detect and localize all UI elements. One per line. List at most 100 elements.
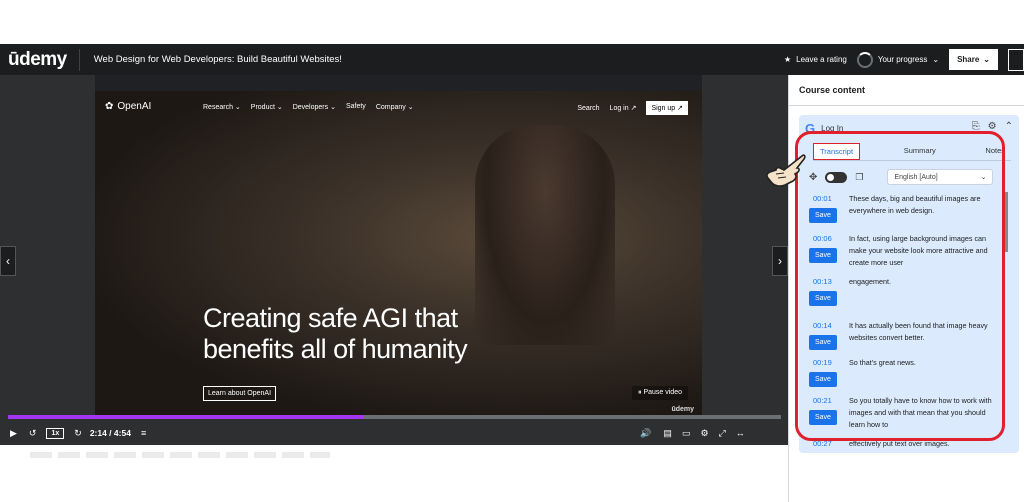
pointing-hand-icon: [766, 154, 806, 187]
timestamp-link[interactable]: 00:01: [809, 193, 841, 204]
save-button[interactable]: Save: [809, 372, 837, 387]
transcript-extension-panel: G Log In ⎘ ⚙ ⌃ Transcript Summary Notes …: [799, 115, 1019, 453]
progress-ring-icon: [856, 51, 873, 68]
language-value: English [Auto]: [894, 173, 938, 181]
tab-transcript[interactable]: Transcript: [813, 143, 861, 160]
course-content-sidebar: Course content G Log In ⎘ ⚙ ⌃ Transcript…: [788, 75, 1024, 502]
course-content-title: Course content: [799, 85, 866, 95]
player-controls: ▶ ↺ 1x ↻ 2:14 / 4:54 ≡ 🔊 ▤ ▭ ⚙ ⤢ ↔: [0, 421, 788, 445]
openai-icon: ✿: [105, 101, 114, 112]
hero-heading: Creating safe AGI that benefits all of h…: [203, 303, 468, 365]
timestamp-link[interactable]: 00:06: [809, 233, 841, 244]
transcript-icon[interactable]: ▤: [663, 428, 672, 439]
timestamp-link[interactable]: 00:27: [809, 438, 841, 449]
auto-scroll-toggle[interactable]: [825, 171, 848, 183]
save-button[interactable]: Save: [809, 248, 837, 263]
transcript-text: These days, big and beautiful images are…: [849, 194, 981, 215]
play-icon[interactable]: ▶: [10, 428, 17, 439]
copy-icon[interactable]: ❐: [855, 172, 863, 183]
playback-speed-button[interactable]: 1x: [46, 427, 65, 439]
leave-rating-label: Leave a rating: [796, 55, 847, 64]
login-link[interactable]: Log In: [821, 124, 843, 133]
star-icon: ★: [783, 55, 792, 64]
progress-button[interactable]: Your progress ⌄: [856, 51, 940, 68]
udemy-logo[interactable]: ūdemy: [0, 48, 80, 71]
settings-icon[interactable]: ⚙: [988, 121, 997, 132]
rewind-icon[interactable]: ↺: [29, 428, 37, 439]
language-select[interactable]: English [Auto] ⌄: [887, 169, 994, 185]
hero-line-1: Creating safe AGI that: [203, 303, 458, 333]
header-actions: ★ Leave a rating Your progress ⌄ Share ⌄: [784, 44, 1024, 75]
transcript-entry-actions: 00:06 Save: [809, 233, 841, 263]
nav-company: Company ⌄: [375, 104, 414, 111]
previous-lecture-button[interactable]: ‹: [0, 246, 16, 276]
tab-notes[interactable]: Notes: [979, 143, 1011, 160]
site-nav-right: Search Log in ↗ Sign up ↗: [577, 101, 688, 115]
next-lecture-button[interactable]: ›: [772, 246, 788, 276]
save-button[interactable]: Save: [809, 335, 837, 350]
save-button[interactable]: Save: [809, 208, 837, 223]
hero-line-2: benefits all of humanity: [203, 334, 468, 364]
transcript-entry[interactable]: 00:21 Save So you totally have to know how…: [809, 395, 1009, 431]
transcript-entry[interactable]: 00:27 effectively put text over images.: [809, 438, 1009, 450]
video-progress-bar[interactable]: [8, 415, 781, 419]
video-player[interactable]: ✿ OpenAI Research ⌄ Product ⌄ Developers…: [0, 75, 788, 445]
nav-safety: Safety: [345, 103, 366, 110]
transcript-entry[interactable]: 00:06 Save In fact, using large background…: [809, 233, 1009, 269]
timestamp-link[interactable]: 00:13: [809, 276, 841, 287]
bookmark-note-icon[interactable]: ≡: [141, 428, 146, 438]
transcript-entry-actions: 00:21 Save: [809, 395, 841, 425]
faded-caption-text: [30, 452, 330, 458]
pause-video-label: ⏸ Pause video: [632, 386, 688, 400]
transcript-entry-actions: 00:19 Save: [809, 357, 841, 387]
timestamp-link[interactable]: 00:19: [809, 357, 841, 368]
fullscreen-icon[interactable]: ⤢: [719, 428, 726, 439]
openai-logo: ✿ OpenAI: [105, 101, 151, 112]
leave-rating-button[interactable]: ★ Leave a rating: [784, 55, 847, 64]
transcript-entry-actions: 00:27: [809, 438, 841, 449]
learn-about-openai: Learn about OpenAI: [203, 386, 277, 401]
site-nav: Research ⌄ Product ⌄ Developers ⌄ Safety…: [203, 103, 414, 111]
export-icon[interactable]: ⎘: [972, 121, 980, 132]
more-button[interactable]: [1008, 48, 1024, 71]
settings-gear-icon[interactable]: ⚙: [700, 428, 708, 439]
chevron-down-icon: ⌄: [983, 55, 990, 64]
captions-icon[interactable]: ▭: [682, 428, 691, 439]
top-bar: ūdemy Web Design for Web Developers: Bui…: [0, 44, 1024, 75]
udemy-watermark: ūdemy: [671, 406, 694, 413]
transcript-entry[interactable]: 00:13 Save engagement.: [809, 276, 1009, 306]
transcript-entry-actions: 00:13 Save: [809, 276, 841, 306]
save-button[interactable]: Save: [809, 410, 837, 425]
extension-header: G Log In: [805, 121, 843, 136]
tab-summary[interactable]: Summary: [898, 143, 942, 160]
site-signup: Sign up ↗: [646, 101, 688, 115]
share-button[interactable]: Share ⌄: [949, 49, 998, 70]
extension-header-icons: ⎘ ⚙ ⌃: [972, 121, 1013, 132]
expand-icon[interactable]: ↔: [736, 428, 745, 438]
transcript-tabs: Transcript Summary Notes: [813, 143, 1011, 161]
transcript-scrollbar[interactable]: [1004, 192, 1008, 252]
timestamp-link[interactable]: 00:21: [809, 395, 841, 406]
chevron-down-icon: ⌄: [932, 55, 940, 64]
progress-label: Your progress: [877, 55, 928, 64]
transcript-text: It has actually been found that image he…: [849, 321, 988, 342]
transcript-text: engagement.: [849, 277, 891, 286]
nav-product: Product ⌄: [250, 104, 283, 111]
page: ūdemy Web Design for Web Developers: Bui…: [0, 0, 1024, 502]
transcript-entry[interactable]: 00:01 Save These days, big and beautiful i…: [809, 193, 1009, 223]
transcript-entry[interactable]: 00:14 Save It has actually been found that…: [809, 320, 1009, 350]
collapse-icon[interactable]: ⌃: [1005, 121, 1013, 132]
timestamp-link[interactable]: 00:14: [809, 320, 841, 331]
sync-icon[interactable]: ✥: [809, 172, 817, 183]
transcript-entry-actions: 00:14 Save: [809, 320, 841, 350]
transcript-entry[interactable]: 00:19 Save So that's great news.: [809, 357, 1009, 387]
video-progress-fill: [8, 415, 364, 419]
save-button[interactable]: Save: [809, 291, 837, 306]
volume-icon[interactable]: 🔊: [640, 428, 651, 439]
video-frame[interactable]: ✿ OpenAI Research ⌄ Product ⌄ Developers…: [95, 75, 702, 415]
site-search: Search: [577, 104, 600, 112]
transcript-text: In fact, using large background images c…: [849, 234, 988, 267]
course-title[interactable]: Web Design for Web Developers: Build Bea…: [80, 54, 342, 65]
nav-developers: Developers ⌄: [292, 104, 336, 111]
forward-icon[interactable]: ↻: [74, 428, 82, 439]
